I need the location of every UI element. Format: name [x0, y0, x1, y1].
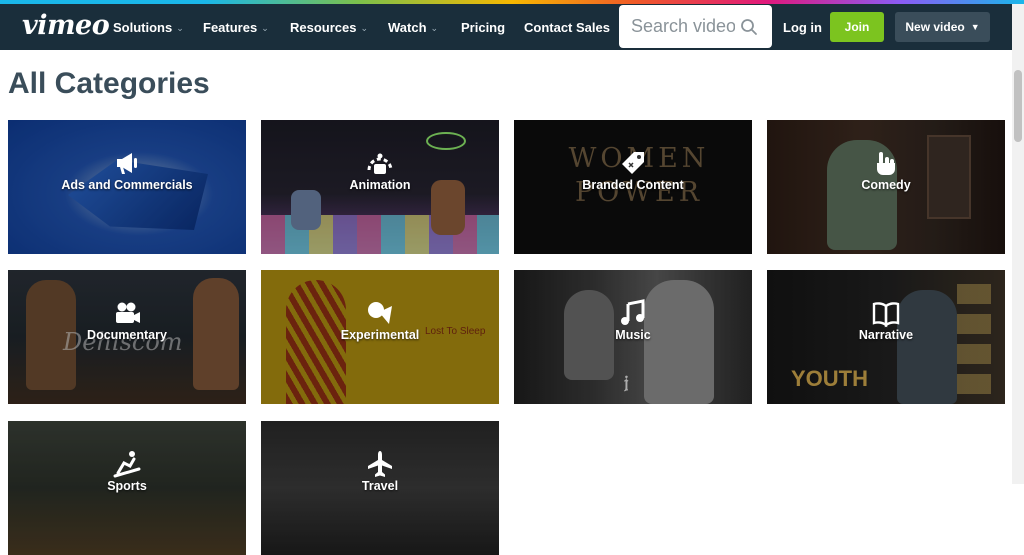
nav-resources-label: Resources [290, 20, 357, 35]
music-note-icon [621, 299, 645, 325]
nav-contact-sales-label: Contact Sales [524, 20, 610, 35]
nav-pricing-label: Pricing [461, 20, 506, 35]
scrollbar-thumb[interactable] [1014, 70, 1022, 142]
category-card-experimental[interactable]: Lost To Sleep Experimental [261, 270, 499, 404]
category-card-ads-and-commercials[interactable]: Ads and Commercials [8, 120, 246, 254]
category-label: Documentary [87, 328, 167, 342]
vimeo-logo[interactable]: vimeo [22, 10, 110, 41]
category-card-sports[interactable]: Sports [8, 421, 246, 555]
category-card-branded-content[interactable]: WOMEN POWER Branded Content [514, 120, 752, 254]
category-card-comedy[interactable]: Comedy [767, 120, 1005, 254]
sports-icon [113, 451, 141, 478]
search-icon[interactable] [740, 18, 758, 36]
page-title: All Categories [8, 67, 210, 100]
login-link[interactable]: Log in [783, 20, 822, 35]
chevron-down-icon: ⌄ [176, 23, 184, 33]
nav-contact-sales[interactable]: Contact Sales [524, 20, 610, 35]
airplane-icon [368, 451, 392, 477]
search-input[interactable] [631, 14, 735, 38]
category-card-travel[interactable]: Travel [261, 421, 499, 555]
tag-icon [622, 152, 644, 174]
book-icon [872, 302, 900, 328]
category-card-documentary[interactable]: Dehiscom Documentary [8, 270, 246, 404]
comedy-hand-icon [877, 152, 895, 175]
page-scrollbar[interactable] [1012, 4, 1024, 484]
camera-icon [116, 302, 140, 323]
chevron-down-icon: ▼ [970, 22, 980, 32]
category-label: Ads and Commercials [61, 178, 193, 192]
category-label: Experimental [340, 328, 420, 342]
new-video-label: New video [905, 20, 965, 34]
nav-features[interactable]: Features ⌄ [203, 20, 269, 35]
search-box [619, 5, 772, 48]
nav-features-label: Features [203, 20, 258, 35]
experimental-icon [368, 302, 392, 324]
chevron-down-icon: ⌄ [261, 23, 269, 33]
megaphone-icon [117, 153, 137, 174]
category-card-animation[interactable]: Animation [261, 120, 499, 254]
category-label: Branded Content [582, 178, 684, 192]
join-button[interactable]: Join [830, 12, 884, 42]
category-card-narrative[interactable]: YOUTH Narrative [767, 270, 1005, 404]
animation-icon [367, 153, 393, 174]
top-navigation-bar: vimeo Solutions ⌄ Features ⌄ Resources ⌄ Wa… [0, 4, 1012, 50]
new-video-button[interactable]: New video ▼ [895, 12, 990, 42]
chevron-down-icon: ⌄ [430, 23, 439, 33]
category-label: Music [615, 328, 651, 342]
nav-pricing[interactable]: Pricing [461, 20, 505, 35]
category-label: Sports [107, 479, 147, 493]
nav-watch[interactable]: Watch ⌄ [388, 20, 438, 35]
nav-solutions-label: Solutions [113, 20, 173, 35]
chevron-down-icon: ⌄ [360, 23, 369, 33]
nav-watch-label: Watch [388, 20, 427, 35]
category-label: Animation [349, 178, 411, 192]
nav-solutions[interactable]: Solutions ⌄ [113, 20, 184, 35]
nav-resources[interactable]: Resources ⌄ [290, 20, 368, 35]
category-label: Comedy [861, 178, 911, 192]
category-card-music[interactable]: 𝔧 Music [514, 270, 752, 404]
category-label: Narrative [858, 328, 914, 342]
category-label: Travel [361, 479, 399, 493]
